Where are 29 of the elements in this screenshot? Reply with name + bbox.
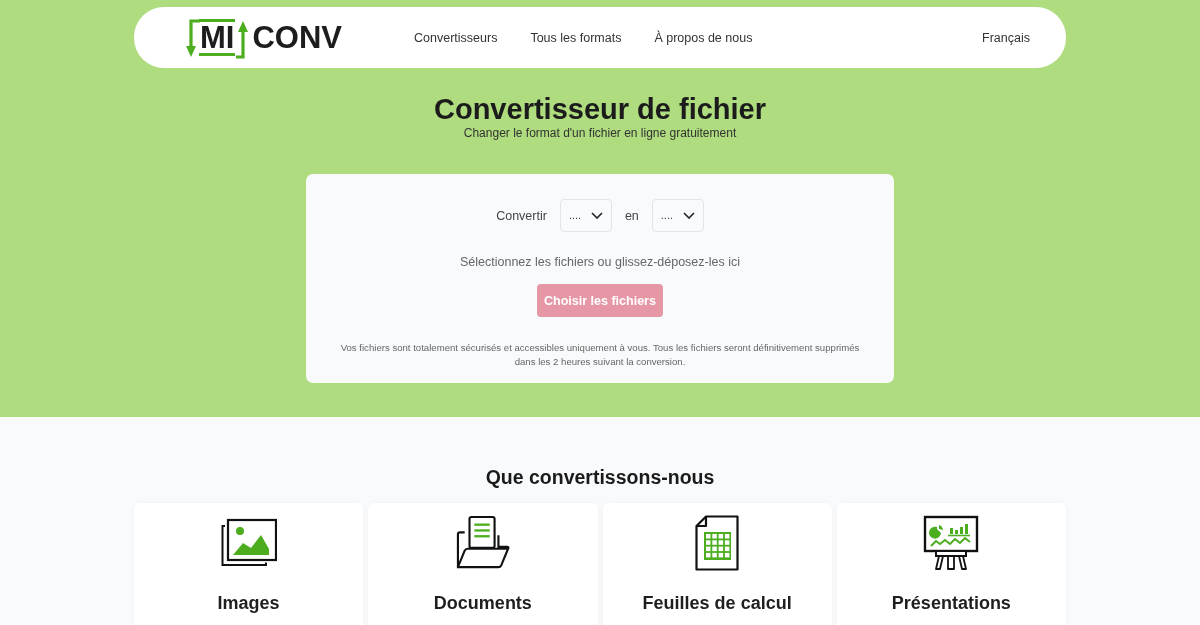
- presentation-board-icon: [923, 515, 980, 571]
- convert-label: Convertir: [496, 208, 547, 223]
- chevron-down-icon: [590, 212, 603, 219]
- section-title: Que convertissons-nous: [485, 465, 715, 489]
- category-label: Feuilles de calcul: [642, 593, 792, 614]
- nav-link[interactable]: Tous les formats: [530, 30, 622, 45]
- language-link[interactable]: Français: [982, 30, 1030, 45]
- format-select[interactable]: ....: [651, 199, 704, 232]
- chevron-down-icon: [682, 212, 695, 219]
- category-card[interactable]: Présentations: [836, 503, 1066, 625]
- category-card[interactable]: Feuilles de calcul: [602, 503, 832, 625]
- format-select[interactable]: ....: [559, 199, 612, 232]
- nav-link[interactable]: À propos de nous: [654, 30, 753, 45]
- page-title: Convertisseur de fichier: [434, 92, 766, 126]
- down-arrow-icon: [186, 18, 200, 59]
- logo-text[interactable]: CONV: [252, 19, 342, 56]
- logo-text[interactable]: MI: [199, 19, 236, 56]
- drop-hint: Sélectionnez les fichiers ou glissez-déposez-les ici: [460, 255, 740, 269]
- nav-link[interactable]: Convertisseurs: [414, 30, 498, 45]
- document-folder-icon: [455, 515, 510, 571]
- category-label: Documents: [433, 593, 532, 614]
- spreadsheet-icon: [695, 515, 740, 571]
- security-note: Vos fichiers sont totalement sécurisés et accessibles uniquement à vous. Tous les fichiers seront définitivement supprimés dans les 2 heures suivant la conversion.: [339, 341, 861, 369]
- to-label: en: [624, 208, 639, 223]
- page-subtitle: Changer le format d'un fichier en ligne gratuitement: [463, 126, 737, 141]
- category-label: Présentations: [891, 593, 1011, 614]
- category-label: Images: [217, 593, 280, 614]
- category-card[interactable]: Images: [134, 503, 364, 625]
- category-card[interactable]: Documents: [368, 503, 598, 625]
